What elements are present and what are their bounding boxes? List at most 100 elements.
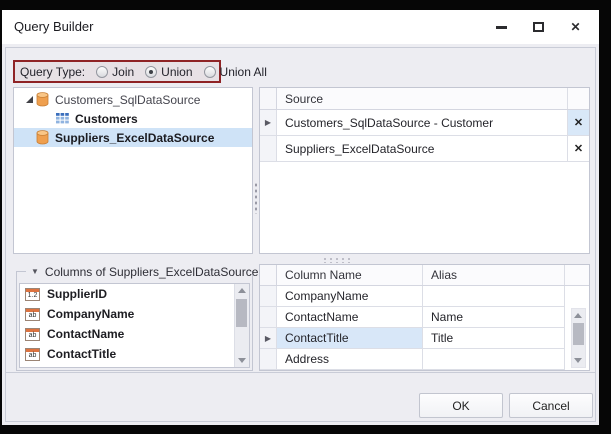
list-item-label: Address xyxy=(47,367,95,368)
collapse-arrow-icon[interactable]: ▼ xyxy=(31,268,39,276)
column-name-cell[interactable]: Address xyxy=(277,349,423,369)
ok-button[interactable]: OK xyxy=(419,393,503,418)
scrollbar-thumb[interactable] xyxy=(573,323,584,345)
close-icon: ✕ xyxy=(570,21,580,33)
columns-list: 1.2 SupplierID ab CompanyName ab Contact… xyxy=(19,283,250,368)
columns-panel-title: Columns of Suppliers_ExcelDataSource xyxy=(45,265,265,279)
radio-union-icon xyxy=(145,66,157,78)
tree-item-customers-sqldatasource[interactable]: Customers_SqlDataSource xyxy=(14,90,252,109)
list-item-contactname[interactable]: ab ContactName xyxy=(20,324,234,344)
scroll-down-icon[interactable] xyxy=(238,358,246,363)
column-row-companyname[interactable]: CompanyName xyxy=(260,286,589,307)
radio-union-all[interactable]: Union All xyxy=(204,65,267,79)
scrollbar-thumb[interactable] xyxy=(236,299,247,327)
text-field-icon: ab xyxy=(25,308,40,321)
row-indicator-header-cell xyxy=(260,265,277,285)
row-indicator-icon: ▶ xyxy=(260,328,277,348)
delete-source-button[interactable]: ✕ xyxy=(567,136,589,161)
source-cell[interactable]: Customers_SqlDataSource - Customer xyxy=(277,110,567,135)
close-button[interactable]: ✕ xyxy=(564,16,587,39)
list-item-companyname[interactable]: ab CompanyName xyxy=(20,304,234,324)
list-item-label: SupplierID xyxy=(47,287,107,301)
datasource-tree: Customers_SqlDataSource Customers xyxy=(13,87,253,254)
sources-grid: Source ▶ Customers_SqlDataSource - Custo… xyxy=(259,87,590,254)
sources-grid-header: Source xyxy=(260,88,589,110)
content-divider xyxy=(5,372,596,373)
text-field-icon: ab xyxy=(25,348,40,361)
row-indicator-cell xyxy=(260,286,277,306)
radio-join[interactable]: Join xyxy=(96,65,134,79)
alias-cell[interactable]: Title xyxy=(423,328,565,348)
database-icon xyxy=(36,130,49,145)
radio-union-label: Union xyxy=(161,65,192,79)
database-icon xyxy=(36,92,49,107)
tree-item-suppliers-exceldatasource[interactable]: Suppliers_ExcelDataSource xyxy=(14,128,252,147)
horizontal-splitter-grip[interactable] xyxy=(322,257,352,263)
row-indicator-cell xyxy=(260,349,277,369)
list-item-contacttitle[interactable]: ab ContactTitle xyxy=(20,344,234,364)
tree-item-customers-table[interactable]: Customers xyxy=(14,109,252,128)
alias-cell[interactable] xyxy=(423,349,565,369)
window-title: Query Builder xyxy=(14,10,93,44)
delete-source-button[interactable]: ✕ xyxy=(567,110,589,135)
scroll-down-icon[interactable] xyxy=(574,358,582,363)
columns-grid: Column Name Alias CompanyName ContactNam… xyxy=(259,264,590,371)
delete-column-header xyxy=(567,88,589,109)
window-controls: ✕ xyxy=(490,10,587,44)
radio-union[interactable]: Union xyxy=(145,65,192,79)
radio-union-all-label: Union All xyxy=(220,65,267,79)
alias-header: Alias xyxy=(423,265,565,285)
source-row-suppliers[interactable]: Suppliers_ExcelDataSource ✕ xyxy=(260,136,589,162)
column-name-cell[interactable]: CompanyName xyxy=(277,286,423,306)
list-item-label: ContactTitle xyxy=(47,347,116,361)
columns-grid-scroll-area xyxy=(565,286,589,370)
alias-cell[interactable] xyxy=(423,286,565,306)
cancel-button[interactable]: Cancel xyxy=(509,393,593,418)
tree-item-label: Customers xyxy=(75,112,138,126)
tree-item-label: Suppliers_ExcelDataSource xyxy=(55,131,214,145)
columns-grid-header: Column Name Alias xyxy=(260,265,589,286)
radio-union-all-icon xyxy=(204,66,216,78)
source-row-customers[interactable]: ▶ Customers_SqlDataSource - Customer ✕ xyxy=(260,110,589,136)
list-item-address[interactable]: ab Address xyxy=(20,364,234,368)
columns-list-scrollbar[interactable] xyxy=(234,284,249,367)
row-indicator-icon: ▶ xyxy=(260,110,277,135)
source-cell[interactable]: Suppliers_ExcelDataSource xyxy=(277,136,567,161)
source-column-header: Source xyxy=(277,88,567,109)
radio-join-icon xyxy=(96,66,108,78)
scroll-up-icon[interactable] xyxy=(238,288,246,293)
column-name-cell[interactable]: ContactTitle xyxy=(277,328,423,348)
row-indicator-cell xyxy=(260,136,277,161)
minimize-icon xyxy=(496,26,507,29)
list-item-label: ContactName xyxy=(47,327,124,341)
tree-item-label: Customers_SqlDataSource xyxy=(55,93,200,107)
groupbox-legend: ▼ Columns of Suppliers_ExcelDataSource xyxy=(16,264,253,279)
title-bar: Query Builder ✕ xyxy=(2,10,599,44)
numeric-field-icon: 1.2 xyxy=(25,288,40,301)
text-field-icon: ab xyxy=(25,328,40,341)
column-row-contactname[interactable]: ContactName Name xyxy=(260,307,589,328)
expand-arrow-icon[interactable] xyxy=(23,95,36,104)
filler-header-cell xyxy=(565,265,589,285)
query-builder-dialog: Query Builder ✕ Query Type: Join Union U… xyxy=(2,10,599,425)
columns-groupbox: ▼ Columns of Suppliers_ExcelDataSource 1… xyxy=(16,264,253,371)
maximize-icon xyxy=(533,22,544,32)
query-type-label: Query Type: xyxy=(20,65,85,79)
maximize-button[interactable] xyxy=(527,16,550,39)
text-field-icon: ab xyxy=(25,368,40,369)
column-row-contacttitle[interactable]: ▶ ContactTitle Title xyxy=(260,328,589,349)
query-type-group: Query Type: Join Union Union All xyxy=(13,60,221,83)
minimize-button[interactable] xyxy=(490,16,513,39)
columns-grid-scrollbar[interactable] xyxy=(571,308,586,368)
column-row-address[interactable]: Address xyxy=(260,349,589,370)
column-name-header: Column Name xyxy=(277,265,423,285)
scroll-up-icon[interactable] xyxy=(574,313,582,318)
alias-cell[interactable]: Name xyxy=(423,307,565,327)
list-item-supplierid[interactable]: 1.2 SupplierID xyxy=(20,284,234,304)
column-name-cell[interactable]: ContactName xyxy=(277,307,423,327)
row-indicator-cell xyxy=(260,307,277,327)
table-icon xyxy=(56,113,69,124)
row-indicator-header-cell xyxy=(260,88,277,109)
list-item-label: CompanyName xyxy=(47,307,134,321)
radio-join-label: Join xyxy=(112,65,134,79)
